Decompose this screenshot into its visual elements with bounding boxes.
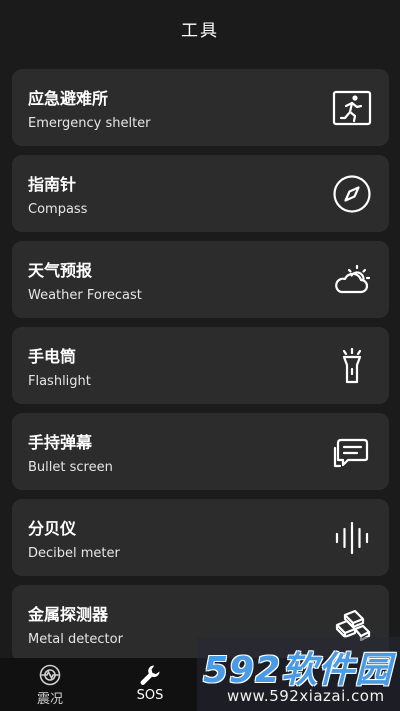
tool-subtitle: Bullet screen (28, 460, 113, 475)
watermark-url: www.592xiazai.com (227, 687, 385, 705)
tab-label: SOS (136, 688, 164, 703)
message-icon (331, 431, 373, 473)
tool-subtitle: Decibel meter (28, 546, 120, 561)
header-bar: 工具 (0, 0, 400, 56)
watermark: 592软件园 www.592xiazai.com (197, 637, 400, 711)
compass-icon (331, 173, 373, 215)
tool-subtitle: Metal detector (28, 632, 123, 647)
tool-card-compass[interactable]: 指南针 Compass (12, 155, 389, 232)
tool-title: 应急避难所 (28, 89, 109, 108)
tab-sos[interactable]: SOS (100, 658, 200, 711)
tool-title: 天气预报 (28, 261, 93, 280)
tool-card-emergency-shelter[interactable]: 应急避难所 Emergency shelter (12, 69, 389, 146)
tool-card-decibel-meter[interactable]: 分贝仪 Decibel meter (12, 499, 389, 576)
tool-subtitle: Compass (28, 202, 88, 217)
tool-card-bullet-screen[interactable]: 手持弹幕 Bullet screen (12, 413, 389, 490)
flashlight-icon (331, 345, 373, 387)
earthquake-icon (39, 664, 61, 686)
tool-card-weather[interactable]: 天气预报 Weather Forecast (12, 241, 389, 318)
tool-title: 指南针 (28, 175, 77, 194)
tool-title: 金属探测器 (28, 605, 109, 624)
running-exit-icon (331, 87, 373, 129)
tool-subtitle: Flashlight (28, 374, 91, 389)
tool-title: 分贝仪 (28, 519, 77, 538)
wrench-icon (139, 664, 161, 686)
tool-title: 手持弹幕 (28, 433, 93, 452)
tool-subtitle: Emergency shelter (28, 116, 151, 131)
watermark-title: 592软件园 (203, 650, 393, 691)
tool-card-flashlight[interactable]: 手电筒 Flashlight (12, 327, 389, 404)
page-title: 工具 (181, 20, 219, 41)
tool-subtitle: Weather Forecast (28, 288, 142, 303)
weather-icon (331, 259, 373, 301)
tab-label: 震况 (36, 692, 63, 707)
sound-wave-icon (331, 517, 373, 559)
tab-earthquake[interactable]: 震况 (0, 658, 100, 711)
tool-title: 手电筒 (28, 347, 77, 366)
